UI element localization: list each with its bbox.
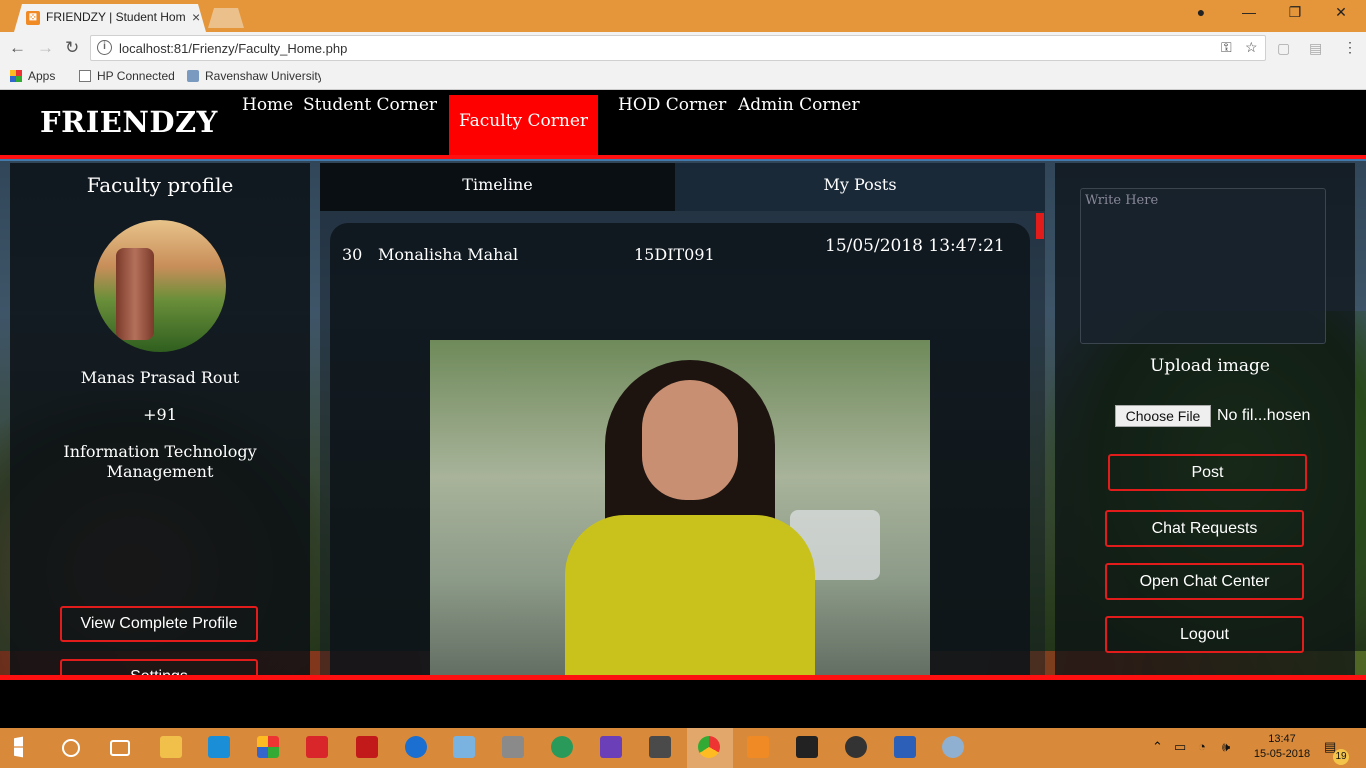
tools-icon[interactable]	[502, 736, 524, 758]
nav-home[interactable]: Home	[242, 95, 293, 115]
mcafee-icon[interactable]	[356, 736, 378, 758]
file-explorer-icon[interactable]	[160, 736, 182, 758]
nav-student-corner[interactable]: Student Corner	[303, 95, 437, 115]
chrome-icon[interactable]	[698, 736, 720, 758]
profile-department: Information Technology Management	[63, 442, 257, 481]
virtualbox-icon[interactable]	[453, 736, 475, 758]
clock-date: 15-05-2018	[1253, 748, 1311, 760]
extension-icon[interactable]: ▢	[1277, 40, 1290, 57]
photo-body	[565, 515, 815, 683]
bookmark-ravenshaw[interactable]: Ravenshaw University	[187, 69, 321, 83]
wifi-icon[interactable]: ◔	[1198, 739, 1206, 754]
store-icon[interactable]	[257, 736, 279, 758]
menu-icon[interactable]: ⋮	[1343, 39, 1357, 56]
speed-icon[interactable]	[845, 736, 867, 758]
nav-faculty-corner[interactable]: Faculty Corner	[449, 95, 599, 155]
compose-panel: Write Here Upload image Choose File No f…	[1055, 163, 1355, 675]
url-text: localhost:81/Frienzy/Faculty_Home.php	[119, 41, 348, 56]
browser-titlebar: ⊠ FRIENDZY | Student Hom × ● — ❐ ✕	[0, 0, 1366, 32]
pdf-extension-icon[interactable]: ▤	[1309, 40, 1322, 57]
battery-icon[interactable]: ▭	[1174, 739, 1186, 755]
tray-up-arrow-icon[interactable]: ⌃	[1152, 739, 1163, 755]
bookmark-star-icon[interactable]: ☆	[1245, 39, 1258, 56]
post-button[interactable]: Post	[1108, 454, 1307, 491]
new-tab-button[interactable]	[208, 8, 244, 28]
restore-icon[interactable]: ❐	[1280, 4, 1310, 21]
info-icon[interactable]: i	[97, 40, 112, 55]
nav-admin-corner[interactable]: Admin Corner	[738, 95, 860, 115]
sublime-icon[interactable]	[649, 736, 671, 758]
search-icon[interactable]	[62, 739, 80, 757]
post-timestamp: 15/05/2018 13:47:21	[825, 236, 1005, 256]
post-roll: 15DIT091	[634, 245, 715, 264]
notification-count-badge: 19	[1333, 749, 1349, 765]
upload-image-label: Upload image	[1150, 356, 1270, 376]
post-card: 30 Monalisha Mahal 15DIT091 15/05/2018 1…	[330, 223, 1030, 683]
profile-panel: Faculty profile Manas Prasad Rout +91 In…	[10, 163, 310, 695]
volume-icon[interactable]: 🕪	[1222, 739, 1230, 755]
clock-time: 13:47	[1268, 733, 1296, 745]
bookmarks-bar: Apps HP Connected Ravenshaw University	[0, 64, 1366, 90]
site-icon	[187, 70, 199, 82]
feed-panel: Timeline My Posts 30 Monalisha Mahal 15D…	[320, 163, 1045, 683]
reload-icon[interactable]: ↻	[65, 38, 79, 58]
page-body: FRIENDZY Home Student Corner Faculty Cor…	[0, 91, 1366, 728]
view-profile-button[interactable]: View Complete Profile	[60, 606, 258, 642]
nav-hod-corner[interactable]: HOD Corner	[618, 95, 726, 115]
browser-toolbar: ← → ↻ i localhost:81/Frienzy/Faculty_Hom…	[0, 32, 1366, 64]
tab-timeline[interactable]: Timeline	[320, 163, 675, 211]
profile-name: Manas Prasad Rout	[80, 368, 240, 387]
key-icon[interactable]: ⚿	[1221, 39, 1232, 56]
taskbar: ⌃ ▭ ◔ 🕪 13:47 15-05-2018 ▤ 19	[0, 728, 1366, 768]
close-tab-icon[interactable]: ×	[192, 9, 200, 25]
feed-scrollbar[interactable]	[1036, 213, 1044, 239]
close-window-icon[interactable]: ✕	[1326, 4, 1356, 21]
task-view-icon[interactable]	[110, 740, 130, 756]
taskbar-clock[interactable]: 13:47 15-05-2018	[1252, 732, 1312, 762]
post-image	[430, 340, 930, 683]
file-status: No fil...hosen	[1217, 407, 1311, 424]
tab-my-posts[interactable]: My Posts	[675, 163, 1045, 211]
paint-icon[interactable]	[942, 736, 964, 758]
address-bar[interactable]: i localhost:81/Frienzy/Faculty_Home.php …	[90, 35, 1266, 61]
edge-icon[interactable]	[405, 736, 427, 758]
terminal-icon[interactable]	[796, 736, 818, 758]
back-icon[interactable]: ←	[9, 38, 26, 58]
bookmark-apps[interactable]: Apps	[10, 69, 55, 83]
avatar	[94, 220, 226, 352]
minimize-icon[interactable]: —	[1234, 4, 1264, 20]
chat-requests-button[interactable]: Chat Requests	[1105, 510, 1304, 547]
xampp-icon[interactable]	[747, 736, 769, 758]
choose-file-button[interactable]: Choose File	[1115, 405, 1211, 427]
page-icon	[79, 70, 91, 82]
windows-start-icon[interactable]	[14, 736, 23, 758]
apps-grid-icon	[10, 70, 22, 82]
bookmark-hp-connected[interactable]: HP Connected	[79, 69, 175, 83]
xampp-favicon-icon: ⊠	[26, 11, 40, 25]
post-textarea[interactable]: Write Here	[1080, 188, 1326, 344]
browser-tab[interactable]: ⊠ FRIENDZY | Student Hom ×	[14, 4, 206, 32]
atom-icon[interactable]	[551, 736, 573, 758]
app-icon[interactable]	[306, 736, 328, 758]
avatar-pillar	[116, 248, 154, 340]
brand-logo[interactable]: FRIENDZY	[40, 105, 218, 139]
profile-phone: +91	[143, 405, 177, 424]
post-author[interactable]: Monalisha Mahal	[378, 245, 518, 264]
profile-icon[interactable]: ●	[1186, 4, 1216, 20]
visual-studio-icon[interactable]	[600, 736, 622, 758]
logout-button[interactable]: Logout	[1105, 616, 1304, 653]
site-footer	[0, 680, 1366, 728]
open-chat-center-button[interactable]: Open Chat Center	[1105, 563, 1304, 600]
site-header: FRIENDZY Home Student Corner Faculty Cor…	[0, 91, 1366, 155]
profile-title: Faculty profile	[86, 173, 234, 197]
lync-icon[interactable]	[208, 736, 230, 758]
tab-title: FRIENDZY | Student Hom	[46, 10, 186, 24]
word-icon[interactable]	[894, 736, 916, 758]
post-id: 30	[342, 245, 363, 264]
forward-icon[interactable]: →	[37, 38, 54, 58]
header-accent-line	[0, 159, 1366, 161]
photo-face	[642, 380, 738, 500]
